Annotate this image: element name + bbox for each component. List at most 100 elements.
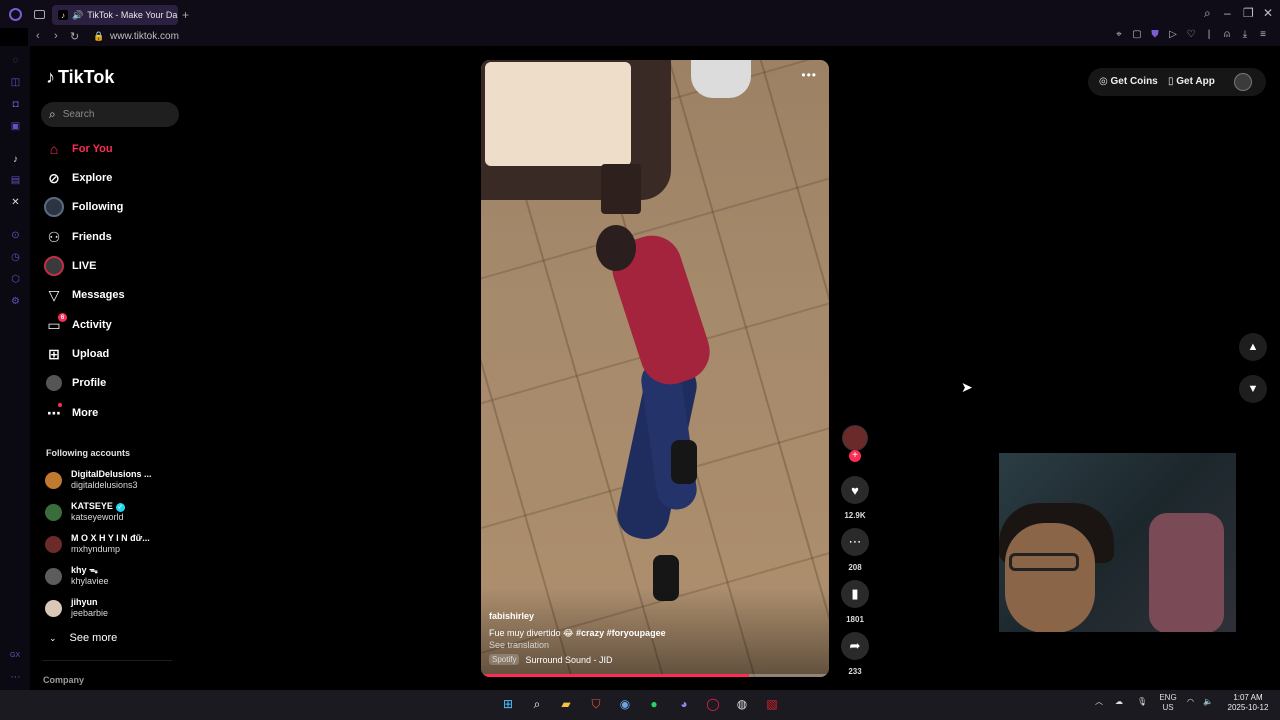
nav-explore[interactable]: ⊘ Explore <box>44 168 112 188</box>
windows-taskbar <box>0 690 1280 720</box>
sidebar-more-icon[interactable]: ⋯ <box>10 672 21 683</box>
follow-plus-icon[interactable]: + <box>849 450 861 462</box>
video-author[interactable]: fabishirley <box>489 611 534 621</box>
system-clock[interactable]: 1:07 AM 2025-10-12 <box>1224 693 1272 713</box>
nav-more[interactable]: ⋯ More <box>44 403 98 423</box>
brave-icon[interactable]: ⛉ <box>588 696 604 712</box>
account-icon[interactable]: ⍝ <box>1222 29 1232 40</box>
nav-upload[interactable]: ⊞ Upload <box>44 344 109 364</box>
file-explorer-icon[interactable]: ▰ <box>558 696 574 712</box>
microphone-icon[interactable]: 🎙 <box>1137 697 1147 707</box>
tiktok-logo[interactable]: ♪ TikTok <box>46 67 114 88</box>
previous-video-button[interactable]: ▲ <box>1239 333 1267 361</box>
close-icon[interactable]: ✕ <box>1263 6 1273 20</box>
url-field[interactable]: www.tiktok.com <box>110 31 179 42</box>
new-tab-button[interactable]: + <box>182 8 189 22</box>
video-player[interactable]: ••• fabishirley Fue muy divertido 😂 #cra… <box>481 60 829 677</box>
account-name: DigitalDelusions ... <box>71 469 152 479</box>
taskbar-search-icon[interactable]: ⌕ <box>529 696 545 712</box>
volume-icon[interactable]: 🔈 <box>1203 697 1213 707</box>
search-tabs-icon[interactable]: ⌕ <box>1204 6 1211 21</box>
reload-icon[interactable]: ↻ <box>70 30 79 43</box>
sound-link[interactable]: Spotify Surround Sound - JID <box>489 654 613 665</box>
windows-start-icon[interactable]: ⊞ <box>500 696 516 712</box>
vpn-shield-icon[interactable]: ⛊ <box>1150 29 1160 40</box>
messenger-icon[interactable]: ◘ <box>10 99 21 110</box>
nav-activity[interactable]: ▭ 6 Activity <box>44 313 112 335</box>
download-icon[interactable]: ⤓ <box>1240 29 1250 40</box>
pin-icon[interactable]: ⌖ <box>1114 29 1124 40</box>
opera-gx-taskbar-icon[interactable]: ◯ <box>705 696 721 712</box>
see-more-button[interactable]: ⌄ See more <box>49 632 117 644</box>
gx-corner-icon[interactable]: ▣ <box>10 121 21 132</box>
share-button[interactable]: ➦ <box>841 632 869 660</box>
video-more-icon[interactable]: ••• <box>801 68 817 82</box>
snapshot-icon[interactable]: ▢ <box>1132 29 1142 40</box>
nav-label: Profile <box>72 377 107 389</box>
app-icon[interactable]: ▧ <box>764 696 780 712</box>
webcam-glasses <box>1009 553 1079 571</box>
minimize-icon[interactable]: – <box>1224 6 1231 20</box>
like-count: 12.9K <box>844 511 866 520</box>
opera-gx-logo-icon[interactable] <box>9 8 22 21</box>
search-input[interactable]: ⌕ Search <box>41 102 179 127</box>
settings-icon[interactable]: ⚙ <box>10 296 21 307</box>
see-more-label: See more <box>69 632 118 644</box>
x-icon[interactable]: ✕ <box>10 197 21 208</box>
nav-label: Messages <box>72 289 125 301</box>
spotify-icon[interactable]: ● <box>646 696 662 712</box>
tray-expand-icon[interactable]: ︿ <box>1095 697 1103 707</box>
save-button[interactable]: ▮ <box>841 580 869 608</box>
restore-icon[interactable]: ❐ <box>1243 6 1254 20</box>
following-account[interactable]: jihyun jeebarbie <box>45 597 108 619</box>
lock-icon: 🔒 <box>93 31 105 41</box>
video-progress-bar[interactable] <box>481 674 829 677</box>
nav-profile[interactable]: Profile <box>44 373 106 393</box>
obs-icon[interactable]: ◍ <box>734 696 750 712</box>
refresh-sidebar-icon[interactable]: ◌ <box>10 55 21 66</box>
player-sidebar-icon[interactable]: ⊙ <box>10 230 21 241</box>
tab-tiktok[interactable]: ♪ 🔊 TikTok - Make Your Da <box>52 5 178 25</box>
nav-for-you[interactable]: ⌂ For You <box>44 139 113 159</box>
bag-icon[interactable]: ◫ <box>10 77 21 88</box>
user-avatar[interactable] <box>1234 73 1252 91</box>
extensions-icon[interactable]: ⬡ <box>10 274 21 285</box>
share-icon: ➦ <box>849 638 861 653</box>
following-account[interactable]: KATSEYE ✓ katseyeworld <box>45 501 125 523</box>
following-account[interactable]: M O X H Y I N đữ... mxhyndump <box>45 533 150 555</box>
next-video-button[interactable]: ▼ <box>1239 375 1267 403</box>
comment-button[interactable]: ⋯ <box>841 528 869 556</box>
menu-icon[interactable]: ≡ <box>1258 29 1268 40</box>
nav-following[interactable]: Following <box>44 197 123 217</box>
gx-label[interactable]: GX <box>8 650 22 661</box>
creator-avatar[interactable] <box>842 425 868 451</box>
wifi-icon[interactable]: ◠ <box>1187 697 1194 707</box>
nav-messages[interactable]: ▽ Messages <box>44 285 125 305</box>
forward-icon[interactable]: › <box>54 30 58 42</box>
discord-icon[interactable]: ◕ <box>676 696 692 712</box>
player-icon[interactable]: ▷ <box>1168 29 1178 40</box>
caption-text: Fue muy divertido 😂 <box>489 628 577 638</box>
tab-overview-icon[interactable] <box>34 10 45 19</box>
see-translation-link[interactable]: See translation <box>489 640 549 650</box>
like-button[interactable]: ♥ <box>841 476 869 504</box>
heart-icon[interactable]: ♡ <box>1186 29 1196 40</box>
language-indicator[interactable]: ENG US <box>1157 693 1179 713</box>
tiktok-sidebar-icon[interactable]: ♪ <box>10 154 21 165</box>
history-icon[interactable]: ◷ <box>10 252 21 263</box>
onedrive-icon[interactable]: ☁ <box>1115 697 1123 707</box>
twitch-icon[interactable]: ▤ <box>10 175 21 186</box>
get-coins-button[interactable]: ◎ Get Coins <box>1099 76 1158 87</box>
steam-icon[interactable]: ◉ <box>617 696 633 712</box>
nav-friends[interactable]: ⚇ Friends <box>44 227 112 247</box>
hashtags[interactable]: #crazy #foryoupagee <box>576 628 666 638</box>
company-link[interactable]: Company <box>43 675 84 685</box>
profile-avatar <box>44 373 64 393</box>
nav-live[interactable]: LIVE <box>44 256 96 276</box>
following-account[interactable]: DigitalDelusions ... digitaldelusions3 <box>45 469 152 491</box>
back-icon[interactable]: ‹ <box>36 30 40 42</box>
following-account[interactable]: khy ᯓ khylaviee <box>45 565 109 587</box>
get-app-button[interactable]: ▯ Get App <box>1168 76 1215 87</box>
account-handle: mxhyndump <box>71 544 121 554</box>
speaker-icon[interactable]: 🔊 <box>72 10 83 21</box>
